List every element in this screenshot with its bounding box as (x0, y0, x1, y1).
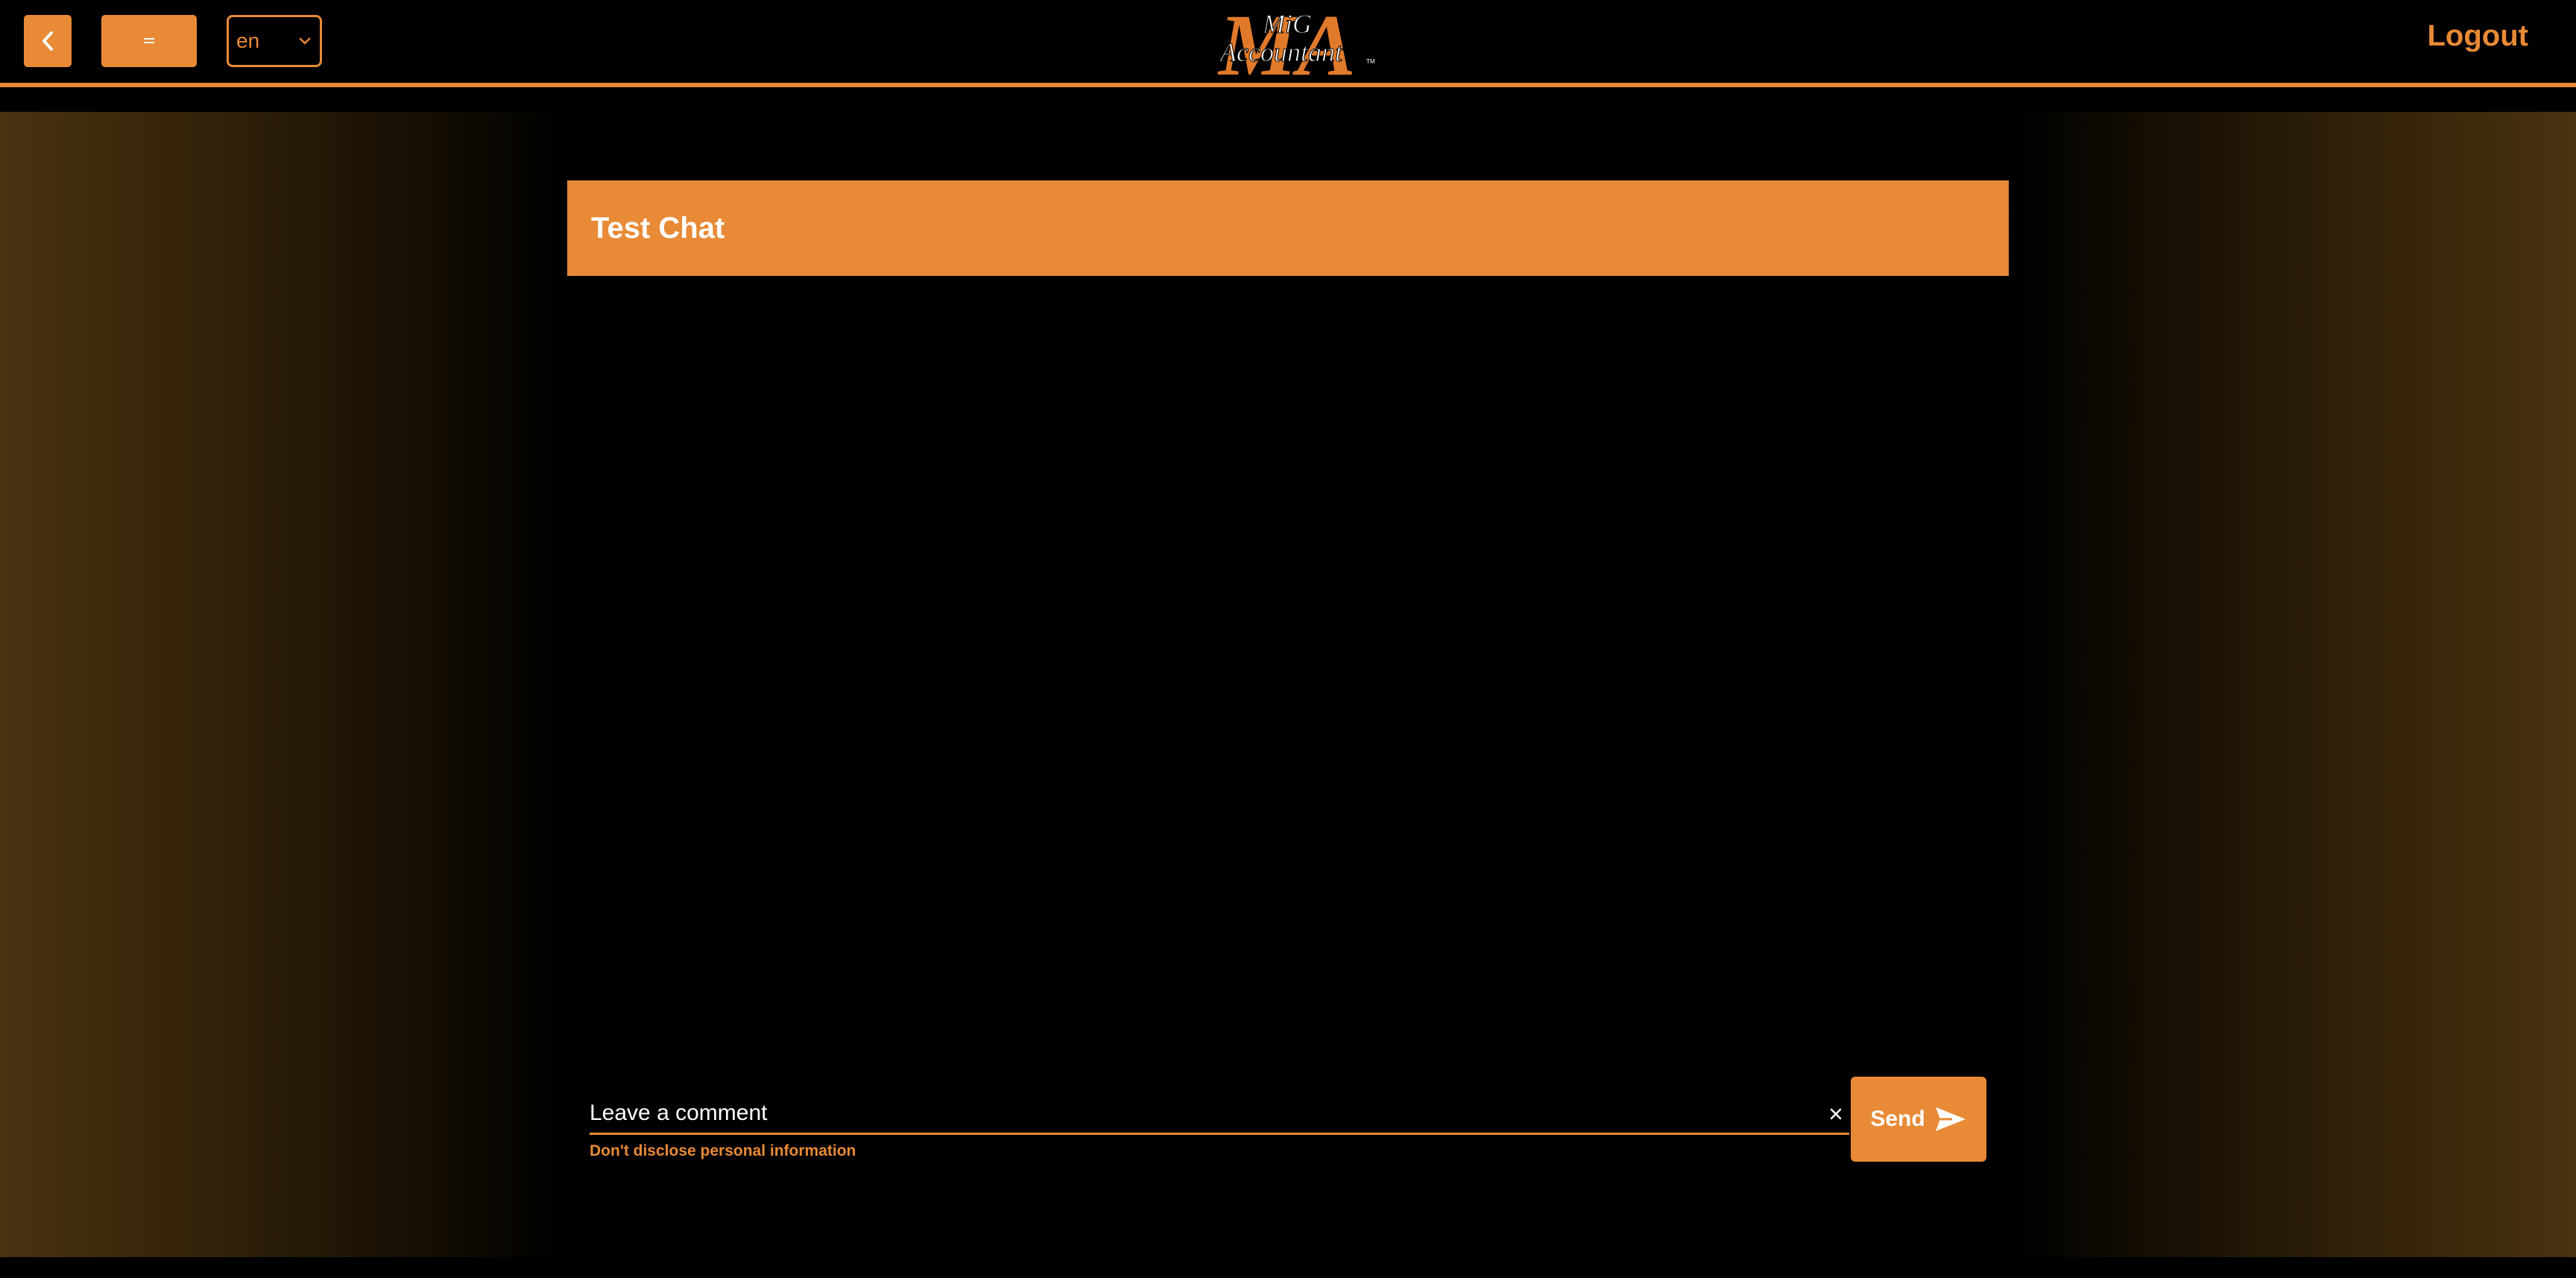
chat-title: Test Chat (591, 211, 725, 245)
language-select[interactable]: en (227, 15, 322, 67)
send-icon (1935, 1107, 1966, 1131)
chevron-left-icon (42, 31, 53, 51)
back-button[interactable] (24, 15, 72, 67)
clear-comment-button[interactable] (1822, 1101, 1849, 1127)
menu-button[interactable] (101, 15, 197, 67)
chevron-down-icon (299, 37, 311, 45)
language-value: en (236, 29, 260, 52)
comment-input[interactable] (590, 1095, 1812, 1132)
chat-header: Test Chat (567, 180, 2009, 276)
privacy-hint: Don't disclose personal information (590, 1142, 856, 1159)
send-label: Send (1870, 1107, 1925, 1131)
top-bar: en MA MiG Accountant TM Logout (0, 0, 2576, 87)
svg-text:MiG: MiG (1262, 9, 1312, 39)
svg-text:Accountant: Accountant (1219, 37, 1343, 67)
svg-text:TM: TM (1366, 58, 1375, 65)
comment-field (590, 1095, 1849, 1135)
send-button[interactable]: Send (1851, 1077, 1986, 1162)
close-icon (1830, 1108, 1842, 1120)
mig-accountant-logo: MA MiG Accountant TM (1217, 0, 1375, 82)
logout-link[interactable]: Logout (2428, 19, 2529, 53)
hamburger-icon (144, 38, 154, 43)
